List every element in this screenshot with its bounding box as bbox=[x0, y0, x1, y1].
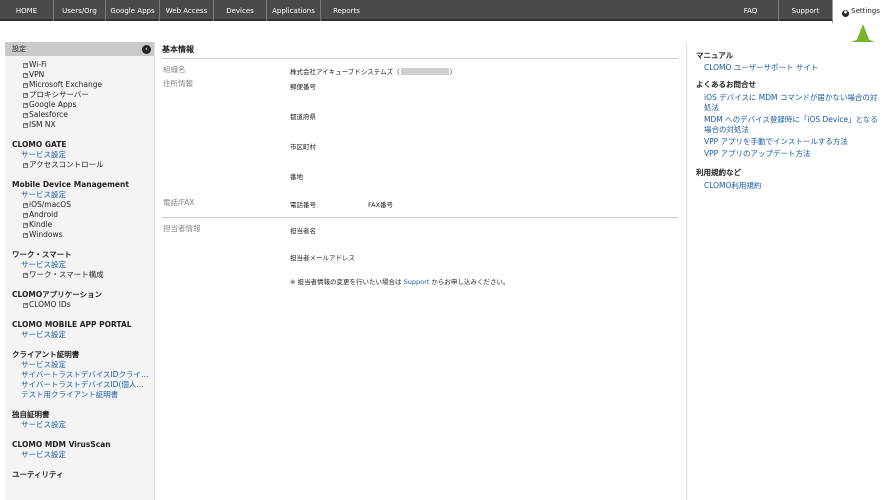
nav-reports[interactable]: Reports bbox=[321, 0, 372, 21]
sidebar-item-proxy[interactable]: +プロキシサーバー bbox=[5, 90, 154, 100]
expand-icon[interactable]: + bbox=[23, 163, 28, 168]
sidebar-item-vpn[interactable]: +VPN bbox=[5, 70, 154, 80]
sidebar-link-gate-service[interactable]: サービス設定 bbox=[5, 150, 150, 160]
expand-icon[interactable]: + bbox=[23, 303, 28, 308]
street-label: 番地 bbox=[290, 173, 303, 181]
expand-icon[interactable]: + bbox=[23, 213, 28, 218]
nav-applications[interactable]: Applications bbox=[267, 0, 321, 21]
expand-icon[interactable]: + bbox=[23, 233, 28, 238]
top-navigation-bar: HOME Users/Org Google Apps Web Access De… bbox=[0, 0, 889, 23]
expand-icon[interactable]: + bbox=[23, 73, 28, 78]
sidebar-item-kindle[interactable]: +Kindle bbox=[5, 220, 154, 230]
sidebar-header-title: 設定 bbox=[12, 45, 26, 53]
expand-icon[interactable]: + bbox=[23, 273, 28, 278]
contact-name-label: 担当者名 bbox=[290, 227, 316, 235]
section-work-smart: ワーク・スマート bbox=[12, 250, 72, 259]
nav-settings-tab[interactable]: ✱ Settings bbox=[832, 0, 889, 23]
expand-icon[interactable]: + bbox=[23, 93, 28, 98]
nav-web-access[interactable]: Web Access bbox=[160, 0, 214, 21]
sidebar-item-work-config[interactable]: +ワーク・スマート構成 bbox=[5, 270, 154, 280]
postal-code-label: 郵便番号 bbox=[290, 83, 316, 91]
section-utility: ユーティリティ bbox=[12, 470, 64, 479]
support-link[interactable]: Support bbox=[404, 278, 430, 286]
help-column: マニュアル CLOMO ユーザーサポート サイト よくあるお問合せ iOS デバ… bbox=[686, 42, 889, 500]
sidebar-link-own-cert-service[interactable]: サービス設定 bbox=[5, 420, 150, 430]
section-clomo-apps: CLOMOアプリケーション bbox=[12, 290, 103, 299]
section-app-portal: CLOMO MOBILE APP PORTAL bbox=[12, 320, 132, 329]
section-own-cert: 独自証明書 bbox=[12, 410, 50, 419]
sidebar-link-work-service[interactable]: サービス設定 bbox=[5, 260, 150, 270]
contact-email-label: 担当者メールアドレス bbox=[290, 254, 355, 262]
terms-link[interactable]: CLOMO利用規約 bbox=[696, 181, 882, 191]
expand-icon[interactable]: + bbox=[23, 63, 28, 68]
contact-info-label: 担当者情報 bbox=[163, 224, 201, 233]
sidebar-link-mdm-service[interactable]: サービス設定 bbox=[5, 190, 150, 200]
prefecture-label: 都道府県 bbox=[290, 113, 316, 121]
sidebar-link-test-cert[interactable]: テスト用クライアント証明書 bbox=[5, 390, 150, 400]
nav-faq[interactable]: FAQ bbox=[723, 0, 778, 21]
sidebar-link-cybertrust-client[interactable]: サイバートラストデバイスIDクライ… bbox=[5, 370, 150, 380]
sidebar-header: 設定 ‹ bbox=[5, 42, 154, 56]
section-divider bbox=[162, 217, 678, 218]
settings-label: Settings bbox=[851, 7, 880, 15]
sidebar-item-android[interactable]: +Android bbox=[5, 210, 154, 220]
sidebar-item-wifi[interactable]: +Wi-Fi bbox=[5, 60, 154, 70]
expand-icon[interactable]: + bbox=[23, 223, 28, 228]
sidebar-link-cert-service[interactable]: サービス設定 bbox=[5, 360, 150, 370]
expand-icon[interactable]: + bbox=[23, 103, 28, 108]
sidebar-link-portal-service[interactable]: サービス設定 bbox=[5, 330, 150, 340]
terms-title: 利用規約など bbox=[696, 168, 741, 177]
nav-home[interactable]: HOME bbox=[0, 0, 54, 21]
faq-link-mdm-command[interactable]: iOS デバイスに MDM コマンドが届かない場合の対処法 bbox=[696, 93, 882, 113]
sidebar-item-access-control[interactable]: +アクセスコントロール bbox=[5, 160, 154, 170]
basic-info-panel: 基本情報 組織名 株式会社アイキューブドシステムズ（） 住所情報 郵便番号 都道… bbox=[162, 44, 678, 305]
manual-title: マニュアル bbox=[696, 51, 734, 60]
expand-icon[interactable]: + bbox=[23, 123, 28, 128]
section-virusscan: CLOMO MDM VirusScan bbox=[12, 440, 111, 449]
section-mdm: Mobile Device Management bbox=[12, 180, 129, 189]
support-site-link[interactable]: CLOMO ユーザーサポート サイト bbox=[696, 63, 882, 73]
gear-icon: ✱ bbox=[842, 10, 850, 17]
sidebar-link-virus-service[interactable]: サービス設定 bbox=[5, 450, 150, 460]
sidebar-link-cybertrust-personal[interactable]: サイバートラストデバイスID(個人… bbox=[5, 380, 150, 390]
sidebar-item-salesforce[interactable]: +Salesforce bbox=[5, 110, 154, 120]
sidebar-item-clomo-ids[interactable]: +CLOMO IDs bbox=[5, 300, 154, 310]
sidebar-item-exchange[interactable]: +Microsoft Exchange bbox=[5, 80, 154, 90]
expand-icon[interactable]: + bbox=[23, 113, 28, 118]
nav-support[interactable]: Support bbox=[778, 0, 832, 21]
sidebar-item-ism-nx[interactable]: +ISM NX bbox=[5, 120, 154, 130]
contact-change-note: ※ 担当者情報の変更を行いたい場合は Support からお申し込みください。 bbox=[290, 278, 510, 286]
sidebar-item-google-apps[interactable]: +Google Apps bbox=[5, 100, 154, 110]
address-label: 住所情報 bbox=[163, 79, 193, 88]
nav-google-apps[interactable]: Google Apps bbox=[106, 0, 160, 21]
expand-icon[interactable]: + bbox=[23, 203, 28, 208]
sidebar-item-windows[interactable]: +Windows bbox=[5, 230, 154, 240]
collapse-sidebar-icon[interactable]: ‹ bbox=[142, 45, 151, 54]
settings-sidebar: 設定 ‹ +Wi-Fi +VPN +Microsoft Exchange +プロ… bbox=[5, 42, 155, 500]
city-label: 市区町村 bbox=[290, 143, 316, 151]
nav-users-org[interactable]: Users/Org bbox=[54, 0, 106, 21]
page-title: 基本情報 bbox=[162, 44, 678, 59]
faq-title: よくあるお問合せ bbox=[696, 80, 756, 89]
section-clomo-gate: CLOMO GATE bbox=[12, 140, 67, 149]
section-client-cert: クライアント証明書 bbox=[12, 350, 80, 359]
faq-link-ios-device[interactable]: MDM へのデバイス登録時に「iOS Device」となる場合の対処法 bbox=[696, 115, 882, 135]
sidebar-item-ios-macos[interactable]: +iOS/macOS bbox=[5, 200, 154, 210]
faq-link-vpp-install[interactable]: VPP アプリを手動でインストールする方法 bbox=[696, 137, 882, 147]
nav-devices[interactable]: Devices bbox=[214, 0, 267, 21]
expand-icon[interactable]: + bbox=[23, 83, 28, 88]
faq-link-vpp-update[interactable]: VPP アプリのアップデート方法 bbox=[696, 149, 882, 159]
